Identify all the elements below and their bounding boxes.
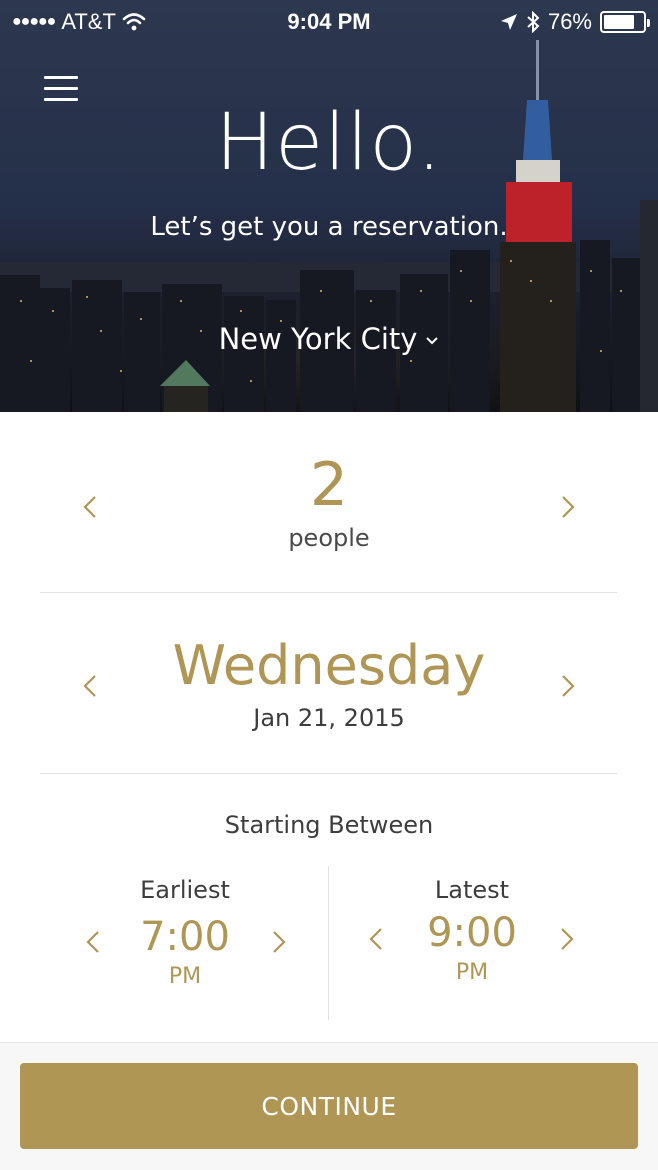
continue-button[interactable]: CONTINUE [20,1063,638,1149]
earliest-time: 7:00 [140,914,230,960]
greeting-subtitle: Let’s get you a reservation. [150,212,508,242]
chevron-right-icon [562,496,575,518]
chevron-right-icon [273,931,286,953]
party-size-label: people [288,524,370,552]
battery-percentage: 76% [547,9,592,34]
status-right: 76% [500,9,650,35]
earliest-increase-button[interactable] [259,922,299,962]
status-bar: ●●●●● AT&T 9:04 PM 76% [0,0,658,44]
earliest-label: Earliest [140,876,230,904]
latest-period: PM [455,960,489,985]
latest-label: Latest [434,876,510,904]
divider [40,773,617,774]
vertical-divider [328,866,329,1020]
location-arrow-icon [500,14,517,30]
bluetooth-icon [527,11,540,33]
greeting-title: Hello. [215,98,443,188]
divider [40,592,617,593]
party-increase-button[interactable] [548,487,588,527]
city-selector[interactable]: New York City [0,322,658,356]
chevron-right-icon [562,675,575,697]
chevron-right-icon [561,928,574,950]
latest-time: 9:00 [427,910,517,956]
city-name: New York City [218,322,418,356]
chevron-down-icon [426,337,439,345]
latest-increase-button[interactable] [547,919,587,959]
hero-banner: ●●●●● AT&T 9:04 PM 76% Hello. Let’s get … [0,0,658,412]
earliest-period: PM [168,964,202,989]
date-next-button[interactable] [548,666,588,706]
battery-icon [600,11,650,33]
time-range-heading: Starting Between [224,811,434,839]
selected-date: Jan 21, 2015 [253,704,405,732]
